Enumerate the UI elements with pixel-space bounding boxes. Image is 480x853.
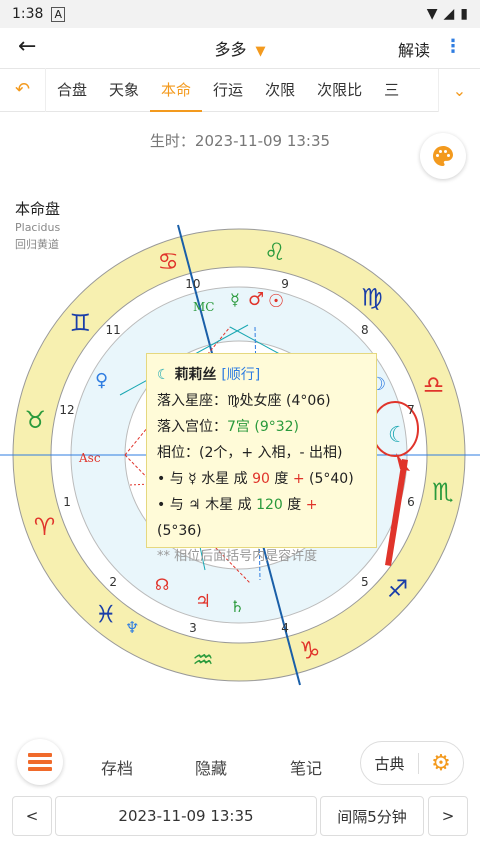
sign-label: 落入星座： (157, 393, 227, 409)
datetime-field[interactable]: 2023-11-09 13:35 (55, 796, 317, 836)
interpret-button[interactable]: 解读 (398, 37, 430, 61)
bottom-toolbar: 存档 隐藏 笔记 古典 ⚙ (0, 737, 480, 793)
planet-info-popup: ☾ 莉莉丝 [顺行] 落入星座：♍处女座 (4°06) 落入宫位：7宫 (9°3… (146, 353, 377, 564)
saturn-icon[interactable]: ♄ (230, 597, 244, 616)
house-number: 7 (407, 403, 415, 417)
palette-icon (433, 146, 453, 166)
prev-time-button[interactable]: < (12, 796, 52, 836)
jupiter-icon[interactable]: ♃ (195, 591, 211, 612)
house-number: 5 (361, 575, 369, 589)
next-time-button[interactable]: > (428, 796, 468, 836)
house-number: 6 (407, 495, 415, 509)
sign-value: ♍处女座 (4°06) (227, 393, 331, 409)
more-vert-icon[interactable]: ⋮ (444, 36, 462, 57)
pisces-sign-icon: ♓ (95, 601, 117, 629)
aspects-header: 相位：(2个，+ 入相，- 出相) (157, 445, 343, 461)
lilith-planet-icon[interactable]: ☾ (388, 423, 408, 448)
aquarius-sign-icon: ♒ (192, 646, 214, 674)
palette-button[interactable] (420, 133, 466, 179)
taurus-sign-icon: ♉ (24, 406, 46, 434)
aspect1-sign: + (292, 471, 305, 487)
tab-natal[interactable]: 本命 (150, 68, 203, 112)
mars-icon[interactable]: ♂ (248, 289, 264, 310)
house-number: 2 (109, 575, 117, 589)
interval-selector[interactable]: 间隔5分钟 (320, 796, 424, 836)
mercury-icon[interactable]: ☿ (230, 290, 240, 309)
classic-label[interactable]: 古典 (361, 752, 419, 774)
tab-progression[interactable]: 次限 (254, 68, 306, 112)
tab-transits[interactable]: 行运 (202, 68, 254, 112)
undo-icon[interactable]: ↶ (0, 68, 46, 112)
time-navigation: < 2023-11-09 13:35 间隔5分钟 > (0, 796, 480, 838)
aspect-row-2: • 与 ♃ 木星 成 120 度 + (5°36) (157, 492, 366, 544)
list-menu-icon (28, 753, 52, 771)
sim-icon: A (51, 6, 65, 22)
sagittarius-sign-icon: ♐ (387, 575, 409, 603)
scorpio-sign-icon: ♏ (432, 478, 454, 506)
house-value: 7宫 (9°32) (227, 419, 300, 435)
midheaven-label: MC (193, 300, 214, 314)
house-number: 12 (59, 403, 74, 417)
node-icon[interactable]: ☊ (155, 575, 169, 594)
tab-progression-compare[interactable]: 次限比 (306, 68, 373, 112)
signal-icon: ◢ (443, 6, 455, 22)
app-bar: ← 多多 ▼ 解读 ⋮ (0, 28, 480, 68)
classic-toggle[interactable]: 古典 ⚙ (360, 741, 464, 785)
hide-button[interactable]: 隐藏 (195, 755, 227, 779)
profile-name: 多多 (214, 40, 247, 59)
chevron-down-icon[interactable]: ⌄ (438, 69, 480, 112)
sun-icon[interactable]: ☉ (268, 291, 284, 312)
status-bar: 1:38 A ▼ ◢ ▮ (0, 0, 480, 28)
tab-transit-sky[interactable]: 天象 (98, 68, 150, 112)
libra-sign-icon: ♎ (423, 371, 445, 399)
sign-line: 落入星座：♍处女座 (4°06) (157, 388, 366, 414)
aspect2-orb: (5°36) (157, 523, 202, 539)
house-number: 8 (361, 323, 369, 337)
orb-note: ** 相位后面括号内是容许度 (157, 549, 318, 564)
popup-header: ☾ 莉莉丝 [顺行] (157, 362, 366, 388)
house-line: 落入宫位：7宫 (9°32) (157, 414, 366, 440)
aspect2-suffix: 度 (282, 497, 306, 513)
house-label: 落入宫位： (157, 419, 227, 435)
house-number: 3 (189, 621, 197, 635)
aspect1-orb: (5°40) (304, 471, 354, 487)
save-button[interactable]: 存档 (101, 755, 133, 779)
aspect1-suffix: 度 (269, 471, 293, 487)
tab-synastry[interactable]: 合盘 (46, 68, 98, 112)
house-number: 11 (105, 323, 120, 337)
ascendant-label: Asc (78, 451, 101, 465)
aspect2-degree: 120 (256, 497, 283, 513)
status-time: 1:38 (12, 6, 44, 22)
virgo-sign-icon: ♍ (361, 283, 383, 311)
planet-name: 莉莉丝 (174, 367, 217, 383)
cancer-sign-icon: ♋ (157, 247, 179, 275)
motion-status: [顺行] (221, 367, 261, 383)
aspect2-prefix: • 与 ♃ 木星 成 (157, 497, 257, 513)
house-number: 1 (63, 495, 71, 509)
house-number: 10 (185, 277, 200, 291)
aspect2-sign: + (305, 497, 318, 513)
gear-icon[interactable]: ⚙ (419, 751, 463, 776)
gemini-sign-icon: ♊ (70, 309, 92, 337)
chart-type-tabs: ↶ 合盘 天象 本命 行运 次限 次限比 三 ⌄ (0, 68, 480, 112)
aspect1-degree: 90 (252, 471, 270, 487)
lilith-icon: ☾ (157, 367, 170, 383)
house-number: 4 (281, 621, 289, 635)
aspect-row-1: • 与 ☿ 水星 成 90 度 + (5°40) (157, 466, 366, 492)
aspect1-prefix: • 与 ☿ 水星 成 (157, 471, 253, 487)
status-icons: ▼ ◢ ▮ (427, 6, 468, 22)
venus-icon[interactable]: ♀ (95, 370, 108, 391)
notes-button[interactable]: 笔记 (290, 755, 322, 779)
chevron-down-icon: ▼ (255, 44, 266, 59)
capricorn-sign-icon: ♑ (299, 637, 321, 665)
leo-sign-icon: ♌ (264, 238, 286, 266)
house-number: 9 (281, 277, 289, 291)
birth-time: 生时：2023-11-09 13:35 (149, 132, 331, 150)
battery-icon: ▮ (460, 6, 468, 22)
tab-third[interactable]: 三 (373, 68, 410, 112)
wifi-icon: ▼ (426, 6, 438, 22)
aries-sign-icon: ♈ (34, 513, 56, 541)
menu-button[interactable] (17, 739, 63, 785)
neptune-icon[interactable]: ♆ (125, 618, 139, 637)
